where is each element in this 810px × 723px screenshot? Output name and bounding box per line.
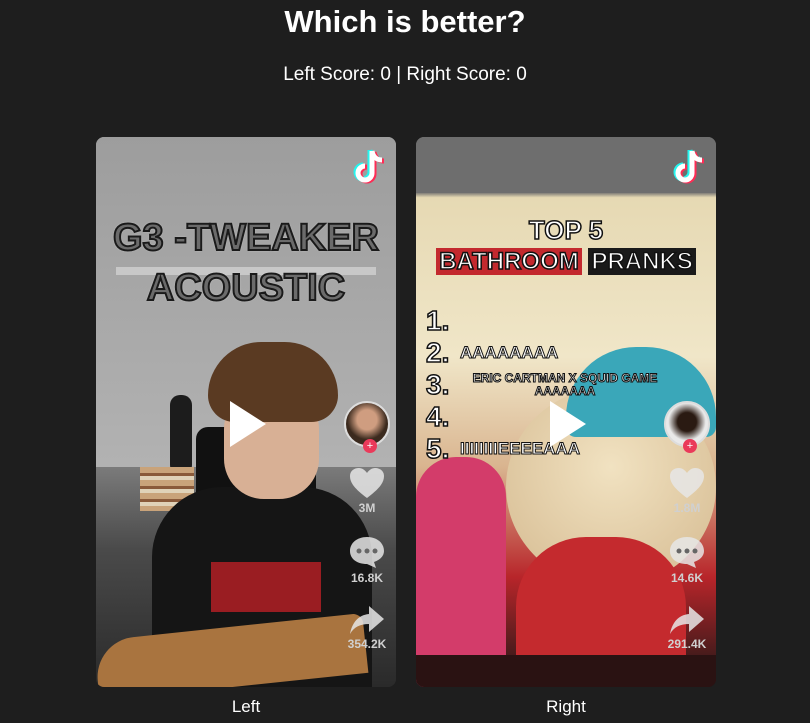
comment-icon [670, 537, 704, 568]
comment-button[interactable]: 14.6K [662, 535, 712, 585]
play-icon[interactable] [548, 399, 588, 449]
right-caption: Right [546, 697, 586, 716]
right-overlay-top: TOP 5 [528, 214, 604, 246]
share-icon [350, 606, 384, 634]
left-overlay-title: G3 -TWEAKER [112, 216, 380, 260]
right-action-bar: + 1.8M 14.6K 291.4K [662, 401, 712, 651]
list-item: 2. AAAAAAAA [425, 336, 559, 369]
share-button[interactable]: 291.4K [662, 605, 712, 651]
list-item: 1. [425, 304, 450, 337]
comment-count: 14.6K [670, 571, 704, 585]
like-count: 3M [358, 501, 376, 515]
follow-plus-icon[interactable]: + [363, 439, 377, 453]
left-action-bar: + 3M 16.8K 354.2K [342, 401, 392, 651]
share-icon [670, 606, 704, 634]
right-overlay-headline: BATHROOM PRANKS [416, 247, 716, 276]
comment-button[interactable]: 16.8K [342, 535, 392, 585]
left-video-card[interactable]: G3 -TWEAKER ACOUSTIC + 3M 16.8K 354.2K [96, 137, 396, 687]
like-button[interactable]: 1.8M [662, 467, 712, 515]
list-item: 3. ERIC CARTMAN X SQUID GAME AAAAAAA [425, 368, 658, 401]
like-count: 1.8M [673, 501, 701, 515]
page-title: Which is better? [284, 4, 526, 39]
heart-icon [350, 468, 384, 498]
headline-black-word: PRANKS [588, 247, 696, 276]
comment-count: 16.8K [350, 571, 384, 585]
creator-avatar[interactable]: + [344, 401, 390, 453]
heart-icon [670, 468, 704, 498]
comment-icon [350, 537, 384, 568]
like-button[interactable]: 3M [342, 467, 392, 515]
play-icon[interactable] [228, 399, 268, 449]
tiktok-logo-icon [673, 149, 705, 184]
follow-plus-icon[interactable]: + [683, 439, 697, 453]
right-video-card[interactable]: TOP 5 BATHROOM PRANKS 1. 2. AAAAAAAA 3. … [416, 137, 716, 687]
left-caption: Left [231, 697, 261, 716]
left-overlay-subtitle: ACOUSTIC [146, 266, 346, 310]
share-count: 354.2K [347, 637, 387, 651]
tiktok-logo-icon [353, 149, 385, 184]
headline-red-word: BATHROOM [436, 247, 582, 276]
share-count: 291.4K [667, 637, 707, 651]
score-display: Left Score: 0 | Right Score: 0 [283, 64, 527, 85]
share-button[interactable]: 354.2K [342, 605, 392, 651]
creator-avatar[interactable]: + [664, 401, 710, 453]
